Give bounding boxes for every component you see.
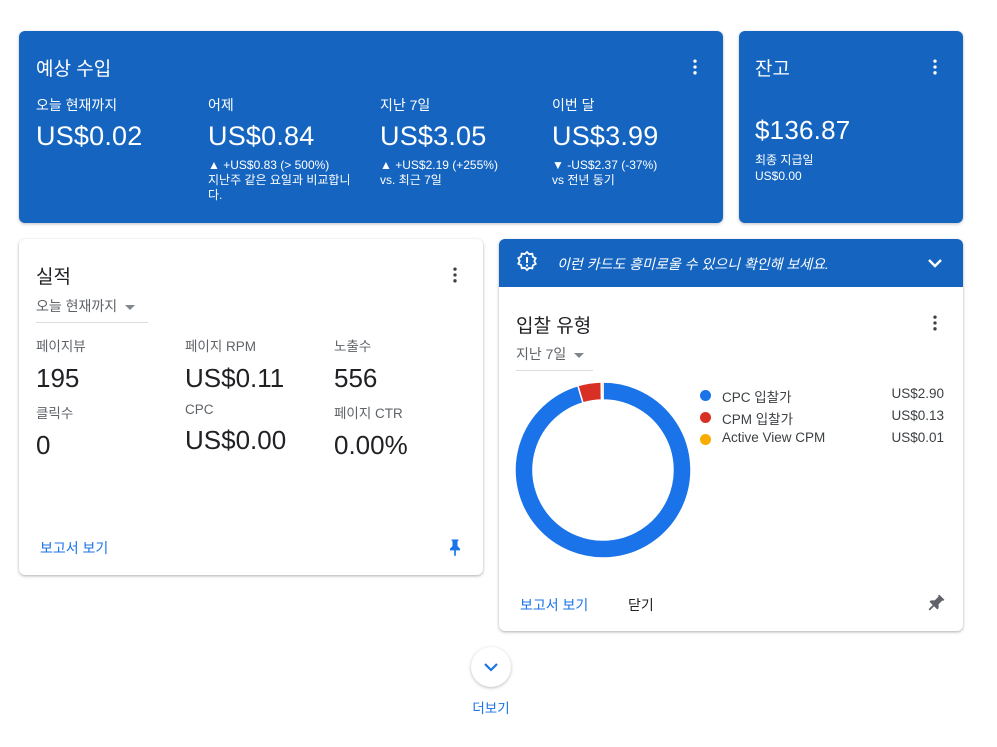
legend-label: Active View CPM <box>722 430 826 445</box>
performance-title: 실적 <box>36 267 71 288</box>
earnings-month-label: 이번 달 <box>552 97 595 113</box>
metric-page-ctr: 페이지 CTR 0.00% <box>334 402 408 461</box>
metric-label: 클릭수 <box>36 406 74 421</box>
earnings-yesterday-value: US$0.84 <box>208 121 315 151</box>
lightbulb-badge-icon <box>515 250 539 274</box>
metric-value: 0 <box>36 430 51 460</box>
pin-icon[interactable] <box>925 592 947 614</box>
last-payment-value: US$0.00 <box>755 169 802 183</box>
legend-value: US$0.13 <box>891 408 944 423</box>
bid-types-view-report-link[interactable]: 보고서 보기 <box>520 595 588 615</box>
earnings-yesterday-label: 어제 <box>208 97 234 113</box>
metric-page-rpm: 페이지 RPM US$0.11 <box>185 335 284 394</box>
performance-period-label: 오늘 현재까지 <box>36 298 118 314</box>
earnings-last7-delta: ▲ +US$2.19 (+255%) <box>380 158 498 172</box>
metric-label: CPC <box>185 402 214 417</box>
bid-types-donut-chart <box>514 381 692 559</box>
performance-view-report-link[interactable]: 보고서 보기 <box>40 538 108 558</box>
show-more-button[interactable] <box>471 647 511 687</box>
show-more-label[interactable]: 더보기 <box>466 697 516 717</box>
earnings-month[interactable]: 이번 달 US$3.99 ▼ -US$2.37 (-37%) vs 전년 동기 <box>552 95 712 188</box>
performance-card: 실적 오늘 현재까지 페이지뷰 195 페이지 RPM US$0.11 노출수 … <box>19 239 483 575</box>
donut-slice-0[interactable] <box>514 381 692 559</box>
bid-types-period-label: 지난 7일 <box>516 346 567 362</box>
pin-icon[interactable] <box>445 536 465 558</box>
earnings-today-value: US$0.02 <box>36 121 143 151</box>
estimated-earnings-card: 예상 수입 오늘 현재까지 US$0.02 어제 US$0.84 ▲ +US$0… <box>19 31 723 223</box>
earnings-title: 예상 수입 <box>36 59 112 80</box>
dropdown-caret-icon <box>125 304 136 310</box>
legend-label: CPM 입찰가 <box>722 412 794 427</box>
legend-value: US$2.90 <box>891 386 944 401</box>
chevron-down-icon <box>484 663 498 672</box>
earnings-yesterday[interactable]: 어제 US$0.84 ▲ +US$0.83 (> 500%) 지난주 같은 요일… <box>208 95 368 203</box>
metric-value: 195 <box>36 363 80 393</box>
earnings-more-icon[interactable] <box>683 55 707 79</box>
legend-item: CPC 입찰가 US$2.90 <box>700 386 944 406</box>
earnings-last7-label: 지난 7일 <box>380 97 431 113</box>
metric-label: 페이지 CTR <box>334 406 403 421</box>
close-card-button[interactable]: 닫기 <box>628 595 654 615</box>
legend-value: US$0.01 <box>891 430 944 445</box>
earnings-last7-value: US$3.05 <box>380 121 487 151</box>
legend-label: CPC 입찰가 <box>722 390 792 405</box>
earnings-month-note: vs 전년 동기 <box>552 173 615 187</box>
metric-cpc: CPC US$0.00 <box>185 402 286 456</box>
metric-label: 노출수 <box>334 339 372 354</box>
earnings-today-label: 오늘 현재까지 <box>36 97 118 113</box>
metric-value: US$0.00 <box>185 425 287 455</box>
legend-item: Active View CPM US$0.01 <box>700 430 944 450</box>
legend-item: CPM 입찰가 US$0.13 <box>700 408 944 428</box>
bid-types-card: 이런 카드도 흥미로울 수 있으니 확인해 보세요. 입찰 유형 지난 7일 C… <box>499 239 963 631</box>
balance-title: 잔고 <box>755 59 790 80</box>
dropdown-caret-icon <box>574 352 585 358</box>
last-payment-label: 최종 지급일 <box>755 153 814 167</box>
metric-value: 556 <box>334 363 378 393</box>
metric-value: US$0.11 <box>185 363 285 393</box>
suggestion-banner[interactable]: 이런 카드도 흥미로울 수 있으니 확인해 보세요. <box>499 239 963 287</box>
donut-slice-2[interactable] <box>600 381 604 401</box>
legend-dot-icon <box>700 412 711 423</box>
earnings-month-value: US$3.99 <box>552 121 659 151</box>
balance-more-icon[interactable] <box>923 55 947 79</box>
earnings-month-delta: ▼ -US$2.37 (-37%) <box>552 158 658 172</box>
performance-more-icon[interactable] <box>443 263 467 287</box>
metric-label: 페이지뷰 <box>36 339 86 354</box>
bid-types-more-icon[interactable] <box>923 311 947 335</box>
earnings-today[interactable]: 오늘 현재까지 US$0.02 <box>36 95 196 152</box>
earnings-last7[interactable]: 지난 7일 US$3.05 ▲ +US$2.19 (+255%) vs. 최근 … <box>380 95 540 188</box>
chevron-down-icon[interactable] <box>923 251 947 275</box>
bid-types-legend: CPC 입찰가 US$2.90 CPM 입찰가 US$0.13 Active View … <box>700 386 950 456</box>
metric-value: 0.00% <box>334 430 408 460</box>
bid-types-period-dropdown[interactable]: 지난 7일 <box>516 344 593 371</box>
legend-dot-icon <box>700 434 711 445</box>
legend-dot-icon <box>700 390 711 401</box>
bid-types-title: 입찰 유형 <box>516 316 592 337</box>
donut-slice-1[interactable] <box>576 381 603 404</box>
metric-impressions: 노출수 556 <box>334 335 377 394</box>
earnings-yesterday-delta: ▲ +US$0.83 (> 500%) <box>208 158 330 172</box>
balance-card: 잔고 $136.87 최종 지급일 US$0.00 <box>739 31 963 223</box>
performance-period-dropdown[interactable]: 오늘 현재까지 <box>36 296 148 323</box>
earnings-yesterday-note: 지난주 같은 요일과 비교합니다. <box>208 173 351 202</box>
balance-value: $136.87 <box>755 115 851 145</box>
metric-pageviews: 페이지뷰 195 <box>36 335 86 394</box>
metric-clicks: 클릭수 0 <box>36 402 73 461</box>
metric-label: 페이지 RPM <box>185 339 257 354</box>
earnings-last7-note: vs. 최근 7일 <box>380 173 442 187</box>
suggestion-banner-text: 이런 카드도 흥미로울 수 있으니 확인해 보세요. <box>557 256 829 272</box>
